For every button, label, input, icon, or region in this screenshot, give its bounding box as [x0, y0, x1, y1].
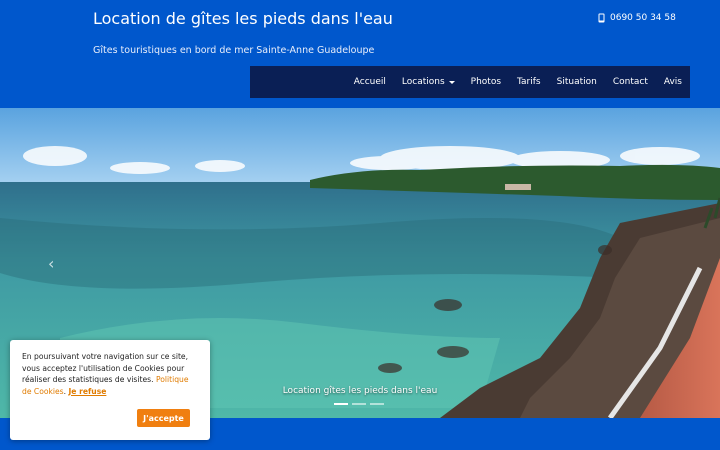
carousel-indicator[interactable] [334, 403, 348, 405]
carousel-indicator[interactable] [352, 403, 366, 405]
nav-item-situation[interactable]: Situation [557, 77, 597, 87]
carousel-indicator[interactable] [370, 403, 384, 405]
nav-label: Contact [612, 77, 648, 87]
nav-item-photos[interactable]: Photos [471, 77, 501, 87]
mobile-phone-icon [598, 13, 605, 23]
nav-label: Tarifs [517, 77, 541, 87]
caret-down-icon [448, 80, 455, 84]
nav-label: Avis [663, 77, 682, 87]
nav-item-avis[interactable]: Avis [664, 77, 682, 87]
nav-item-locations[interactable]: Locations [402, 77, 455, 87]
nav-label: Accueil [353, 77, 386, 87]
carousel-indicators [334, 403, 384, 405]
nav-label: Situation [556, 77, 597, 87]
nav-item-tarifs[interactable]: Tarifs [517, 77, 541, 87]
phone-number[interactable]: 0690 50 34 58 [598, 13, 676, 23]
nav-label: Locations [401, 77, 445, 87]
nav-label: Photos [470, 77, 502, 87]
main-nav: Accueil Locations Photos Tarifs Situatio… [250, 66, 690, 98]
nav-item-contact[interactable]: Contact [613, 77, 648, 87]
nav-item-accueil[interactable]: Accueil [354, 77, 386, 87]
site-title[interactable]: Location de gîtes les pieds dans l'eau [93, 9, 393, 28]
site-tagline: Gîtes touristiques en bord de mer Sainte… [93, 45, 375, 56]
cookie-accept-button[interactable]: J'accepte [137, 409, 190, 427]
phone-text: 0690 50 34 58 [610, 13, 676, 23]
cookie-refuse-link[interactable]: Je refuse [68, 387, 106, 396]
carousel-prev-icon[interactable]: ‹ [48, 256, 54, 272]
